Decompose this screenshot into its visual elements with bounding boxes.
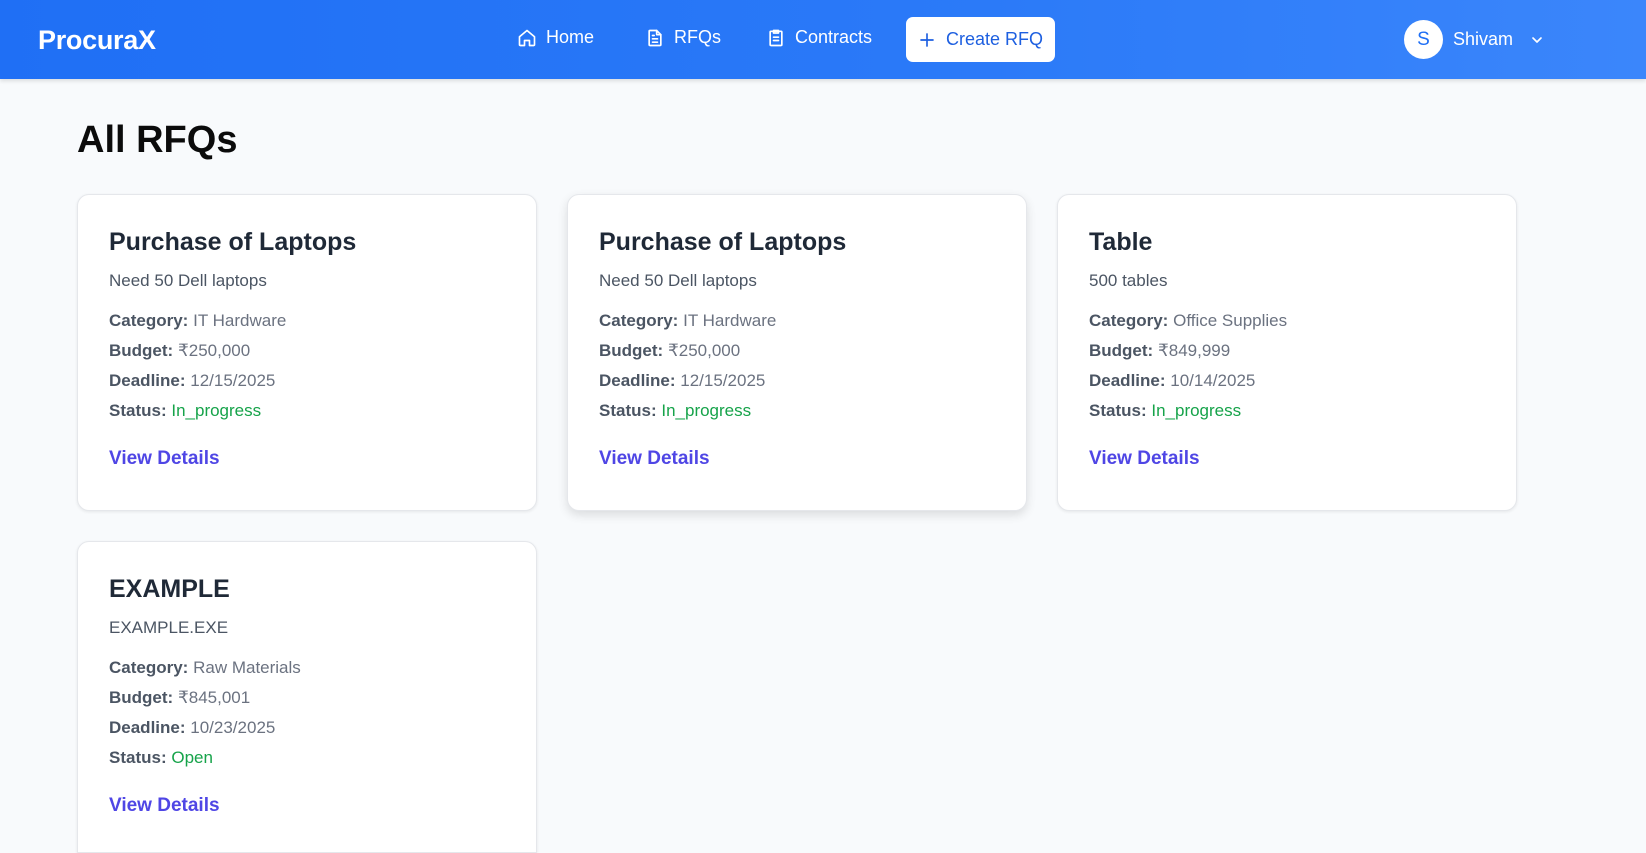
chevron-down-icon [1532, 36, 1542, 43]
nav-contracts[interactable]: Contracts [766, 27, 872, 48]
rfq-title: Table [1089, 228, 1153, 256]
view-details-link[interactable]: View Details [109, 795, 220, 817]
rfq-category: Category: Office Supplies [1089, 306, 1485, 336]
rfq-card: Table 500 tables Category: Office Suppli… [1057, 194, 1517, 511]
rfq-description: Need 50 Dell laptops [109, 271, 267, 290]
view-details-link[interactable]: View Details [1089, 448, 1200, 470]
app-logo[interactable]: ProcuraX [38, 25, 156, 56]
deadline-value: 12/15/2025 [680, 371, 766, 390]
status-label: Status: [109, 401, 167, 420]
view-details-link[interactable]: View Details [109, 448, 220, 470]
rfq-budget: Budget: ₹845,001 [109, 683, 505, 713]
category-value: IT Hardware [683, 311, 777, 330]
rfq-budget: Budget: ₹250,000 [109, 336, 505, 366]
rfq-description: Need 50 Dell laptops [599, 271, 757, 290]
rfq-description: 500 tables [1089, 271, 1168, 290]
status-value: In_progress [661, 401, 752, 420]
rfq-category: Category: IT Hardware [109, 306, 505, 336]
deadline-label: Deadline: [599, 371, 676, 390]
category-label: Category: [109, 311, 189, 330]
rfq-status: Status: In_progress [109, 396, 505, 426]
nav-home-label: Home [546, 27, 595, 47]
category-label: Category: [1089, 311, 1169, 330]
nav-rfqs[interactable]: RFQs [645, 27, 721, 48]
deadline-label: Deadline: [1089, 371, 1166, 390]
home-icon [518, 29, 536, 46]
nav-home[interactable]: Home [517, 27, 594, 48]
category-value: Raw Materials [193, 658, 301, 677]
deadline-label: Deadline: [109, 371, 186, 390]
rfq-deadline: Deadline: 12/15/2025 [109, 366, 505, 396]
document-icon [648, 29, 662, 46]
status-label: Status: [109, 748, 167, 767]
status-label: Status: [1089, 401, 1147, 420]
category-value: Office Supplies [1173, 311, 1288, 330]
rfq-card: Purchase of Laptops Need 50 Dell laptops… [77, 194, 537, 511]
rfq-card: Purchase of Laptops Need 50 Dell laptops… [567, 194, 1027, 511]
rfq-category: Category: IT Hardware [599, 306, 995, 336]
budget-value: ₹849,999 [1157, 341, 1231, 360]
deadline-label: Deadline: [109, 718, 186, 737]
rfq-status: Status: In_progress [599, 396, 995, 426]
page-title: All RFQs [77, 119, 238, 161]
status-value: In_progress [171, 401, 262, 420]
budget-label: Budget: [1089, 341, 1154, 360]
budget-value: ₹250,000 [667, 341, 741, 360]
user-menu[interactable]: S Shivam [1404, 20, 1545, 59]
rfq-title: Purchase of Laptops [109, 228, 357, 256]
clipboard-icon [769, 29, 783, 46]
rfq-description: EXAMPLE.EXE [109, 618, 229, 637]
user-name: Shivam [1453, 29, 1514, 49]
create-rfq-button[interactable]: Create RFQ [906, 17, 1055, 62]
budget-label: Budget: [109, 688, 174, 707]
rfq-title: EXAMPLE [109, 575, 230, 603]
rfq-deadline: Deadline: 12/15/2025 [599, 366, 995, 396]
rfq-category: Category: Raw Materials [109, 653, 505, 683]
category-label: Category: [109, 658, 189, 677]
view-details-link[interactable]: View Details [599, 448, 710, 470]
rfq-title: Purchase of Laptops [599, 228, 847, 256]
budget-value: ₹845,001 [177, 688, 251, 707]
status-value: In_progress [1151, 401, 1242, 420]
rfq-status: Status: Open [109, 743, 505, 773]
deadline-value: 10/23/2025 [190, 718, 276, 737]
navbar: ProcuraX Home RFQs Contracts Create RFQ … [0, 0, 1646, 79]
budget-value: ₹250,000 [177, 341, 251, 360]
avatar: S [1404, 20, 1443, 59]
rfq-deadline: Deadline: 10/14/2025 [1089, 366, 1485, 396]
status-label: Status: [599, 401, 657, 420]
rfq-status: Status: In_progress [1089, 396, 1485, 426]
deadline-value: 10/14/2025 [1170, 371, 1256, 390]
rfq-budget: Budget: ₹250,000 [599, 336, 995, 366]
plus-icon [920, 32, 934, 47]
category-value: IT Hardware [193, 311, 287, 330]
deadline-value: 12/15/2025 [190, 371, 276, 390]
budget-label: Budget: [109, 341, 174, 360]
create-rfq-label: Create RFQ [945, 29, 1044, 49]
nav-rfqs-label: RFQs [674, 27, 721, 47]
category-label: Category: [599, 311, 679, 330]
rfq-budget: Budget: ₹849,999 [1089, 336, 1485, 366]
rfq-deadline: Deadline: 10/23/2025 [109, 713, 505, 743]
nav-contracts-label: Contracts [795, 27, 873, 47]
budget-label: Budget: [599, 341, 664, 360]
rfq-card: EXAMPLE EXAMPLE.EXE Category: Raw Materi… [77, 541, 537, 853]
status-value: Open [171, 748, 213, 767]
